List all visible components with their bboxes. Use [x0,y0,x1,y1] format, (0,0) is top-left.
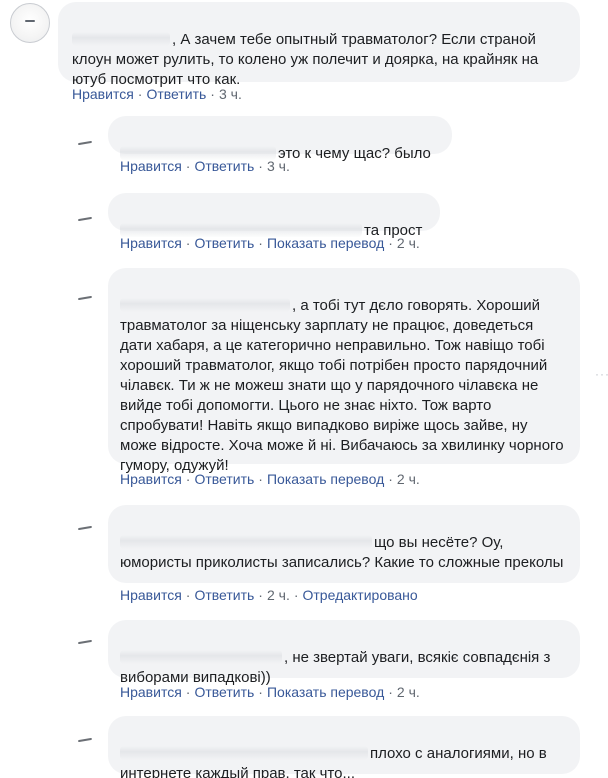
separator-dot: · [185,587,191,603]
comment-text: , а тобі тут дєло говорять. Хороший трав… [120,297,564,474]
separator-dot: · [185,158,191,174]
separator-dot: · [388,235,393,251]
reply-link[interactable]: Ответить [194,158,254,174]
user-avatar[interactable] [10,3,50,43]
timestamp[interactable]: 3 ч. [219,86,242,102]
separator-dot: · [258,684,263,700]
timestamp[interactable]: 2 ч. [397,471,420,487]
comment-bubble: що вы несёте? Оу, юмористы приколисты за… [108,505,580,583]
user-avatar[interactable] [76,632,98,654]
comment-bubble: , А зачем тебе опытный травматолог? Если… [58,2,580,88]
separator-dot: · [258,158,263,174]
separator-dot: · [293,587,299,603]
reply-link[interactable]: Ответить [146,86,206,102]
timestamp[interactable]: 2 ч. [397,684,420,700]
author-name-blurred[interactable] [120,746,368,760]
separator-dot: · [137,86,143,102]
like-link[interactable]: Нравится [120,158,182,174]
comment-actions: Нравится · Ответить · Показать перевод · 2 ч. [120,470,420,488]
like-link[interactable]: Нравится [120,684,182,700]
timestamp[interactable]: 2 ч. [267,587,290,603]
timestamp[interactable]: 2 ч. [397,235,420,251]
user-avatar[interactable] [76,518,98,540]
separator-dot: · [185,471,191,487]
separator-dot: · [185,684,191,700]
like-link[interactable]: Нравится [120,235,182,251]
comment-bubble: та прост [108,193,440,239]
user-avatar[interactable] [76,209,98,231]
separator-dot: · [210,86,215,102]
more-options-icon[interactable]: ··· [595,367,608,381]
comment-actions: Нравится · Ответить · 3 ч. [72,85,242,103]
separator-dot: · [185,235,191,251]
show-translation-link[interactable]: Показать перевод [267,235,384,251]
comment-thread: , А зачем тебе опытный травматолог? Если… [0,0,608,778]
like-link[interactable]: Нравится [120,471,182,487]
user-avatar[interactable] [76,730,98,752]
like-link[interactable]: Нравится [72,86,134,102]
comment-bubble: , а тобі тут дєло говорять. Хороший трав… [108,268,580,474]
comment-actions: Нравится · Ответить · Показать перевод · 2 ч. [120,683,420,701]
comment-bubble: плохо с аналогиями, но в интернете кажды… [108,716,580,778]
author-name-blurred[interactable] [120,650,282,664]
like-link[interactable]: Нравится [120,587,182,603]
separator-dot: · [388,471,393,487]
separator-dot: · [258,471,263,487]
reply-link[interactable]: Ответить [194,587,254,603]
user-avatar[interactable] [76,288,98,310]
reply-link[interactable]: Ответить [194,684,254,700]
author-name-blurred[interactable] [72,32,170,46]
show-translation-link[interactable]: Показать перевод [267,471,384,487]
author-name-blurred[interactable] [120,298,290,312]
reply-link[interactable]: Ответить [194,471,254,487]
comment-text: это к чему щас? было [278,145,431,162]
comment-actions: Нравится · Ответить · Показать перевод · 2 ч. [120,234,420,252]
user-avatar[interactable] [76,133,98,155]
separator-dot: · [388,684,393,700]
show-translation-link[interactable]: Показать перевод [267,684,384,700]
comment-bubble: это к чему щас? было [108,116,452,162]
comment-bubble: , не звертай уваги, всякіє совпадєнія з … [108,620,580,686]
comment-actions: Нравится · Ответить · 2 ч. · Отредактировано [120,586,418,604]
comment-actions: Нравится · Ответить · 3 ч. [120,157,290,175]
separator-dot: · [258,587,263,603]
reply-link[interactable]: Ответить [194,235,254,251]
timestamp[interactable]: 3 ч. [267,158,290,174]
separator-dot: · [258,235,263,251]
author-name-blurred[interactable] [120,535,372,549]
edited-label[interactable]: Отредактировано [303,587,418,603]
